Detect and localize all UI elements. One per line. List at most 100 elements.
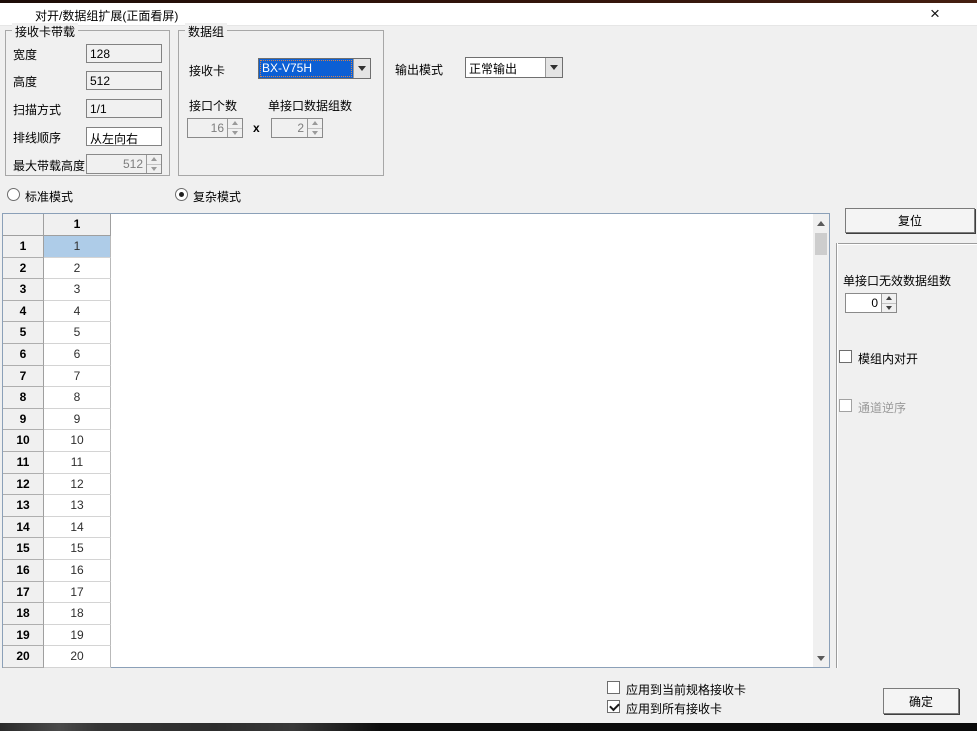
grid-cell[interactable]: 2 <box>44 258 111 280</box>
table-row: 2020 <box>3 646 113 668</box>
grid-corner-header[interactable] <box>3 214 44 236</box>
invalid-groups-label: 单接口无效数据组数 <box>843 272 951 289</box>
spin-up-icon[interactable] <box>882 294 896 303</box>
group-receiver-card-load-title: 接收卡带载 <box>12 23 78 40</box>
apply-current-spec-checkbox[interactable] <box>607 681 620 694</box>
scroll-down-icon[interactable] <box>813 650 829 666</box>
ok-button[interactable]: 确定 <box>883 688 959 714</box>
table-row: 66 <box>3 344 113 366</box>
row-header[interactable]: 11 <box>3 452 44 474</box>
radio-complex-mode-label[interactable]: 复杂模式 <box>193 188 241 205</box>
groups-per-port-stepper[interactable]: 2 <box>271 118 323 138</box>
table-row: 88 <box>3 387 113 409</box>
row-header[interactable]: 15 <box>3 538 44 560</box>
grid-cell[interactable]: 20 <box>44 646 111 668</box>
scroll-up-icon[interactable] <box>813 215 829 231</box>
scan-mode-field[interactable]: 1/1 <box>86 99 162 118</box>
grid-cell[interactable]: 10 <box>44 430 111 452</box>
invalid-groups-stepper[interactable]: 0 <box>845 293 897 313</box>
apply-current-spec-label[interactable]: 应用到当前规格接收卡 <box>626 681 746 698</box>
module-split-label[interactable]: 模组内对开 <box>858 350 918 367</box>
spin-up-icon[interactable] <box>308 119 322 128</box>
table-row: 11 <box>3 236 113 258</box>
output-mode-selected-value: 正常输出 <box>466 58 545 77</box>
grid-cell[interactable]: 3 <box>44 279 111 301</box>
chevron-down-icon[interactable] <box>545 58 562 77</box>
table-row: 1616 <box>3 560 113 582</box>
grid-cell[interactable]: 17 <box>44 582 111 604</box>
scrollbar-thumb[interactable] <box>815 233 827 255</box>
height-field[interactable]: 512 <box>86 71 162 90</box>
right-panel-top-separator <box>836 243 977 245</box>
row-header[interactable]: 6 <box>3 344 44 366</box>
grid-cell[interactable]: 4 <box>44 301 111 323</box>
spin-down-icon[interactable] <box>882 303 896 313</box>
grid-cell[interactable]: 1 <box>44 236 111 258</box>
row-header[interactable]: 1 <box>3 236 44 258</box>
spin-up-icon[interactable] <box>147 155 161 164</box>
table-row: 55 <box>3 322 113 344</box>
width-field[interactable]: 128 <box>86 44 162 63</box>
dialog-title: 对开/数据组扩展(正面看屏) <box>35 7 178 24</box>
grid-vertical-scrollbar[interactable] <box>813 214 829 667</box>
grid-cell[interactable]: 13 <box>44 495 111 517</box>
table-row: 33 <box>3 279 113 301</box>
row-header[interactable]: 14 <box>3 517 44 539</box>
port-count-stepper[interactable]: 16 <box>187 118 243 138</box>
row-header[interactable]: 9 <box>3 409 44 431</box>
apply-all-checkbox[interactable] <box>607 700 620 713</box>
channel-reverse-checkbox[interactable] <box>839 399 852 412</box>
radio-complex-mode[interactable] <box>175 188 188 201</box>
grid-cell[interactable]: 15 <box>44 538 111 560</box>
radio-standard-mode[interactable] <box>7 188 20 201</box>
spin-down-icon[interactable] <box>308 128 322 138</box>
chevron-down-icon[interactable] <box>353 59 370 78</box>
row-header[interactable]: 2 <box>3 258 44 280</box>
row-header[interactable]: 12 <box>3 474 44 496</box>
module-split-checkbox[interactable] <box>839 350 852 363</box>
data-group-mapping-grid: 1 11223344556677889910101111121213131414… <box>2 213 830 668</box>
grid-cell[interactable]: 6 <box>44 344 111 366</box>
apply-all-label[interactable]: 应用到所有接收卡 <box>626 700 722 717</box>
grid-cell[interactable]: 16 <box>44 560 111 582</box>
row-header[interactable]: 10 <box>3 430 44 452</box>
row-header[interactable]: 5 <box>3 322 44 344</box>
row-header[interactable]: 18 <box>3 603 44 625</box>
grid-rows: 1122334455667788991010111112121313141415… <box>3 236 113 668</box>
spin-down-icon[interactable] <box>228 128 242 138</box>
radio-standard-mode-label[interactable]: 标准模式 <box>25 188 73 205</box>
grid-column-header[interactable]: 1 <box>44 214 111 236</box>
grid-cell[interactable]: 12 <box>44 474 111 496</box>
row-header[interactable]: 3 <box>3 279 44 301</box>
spin-up-icon[interactable] <box>228 119 242 128</box>
groups-per-port-value: 2 <box>272 119 307 137</box>
row-header[interactable]: 8 <box>3 387 44 409</box>
row-header[interactable]: 13 <box>3 495 44 517</box>
grid-cell[interactable]: 8 <box>44 387 111 409</box>
grid-cell[interactable]: 11 <box>44 452 111 474</box>
close-icon[interactable]: × <box>920 3 950 25</box>
grid-cell[interactable]: 5 <box>44 322 111 344</box>
row-header[interactable]: 19 <box>3 625 44 647</box>
receiver-card-select[interactable]: BX-V75H <box>258 58 371 79</box>
grid-cell[interactable]: 7 <box>44 366 111 388</box>
grid-cell[interactable]: 9 <box>44 409 111 431</box>
max-load-height-stepper[interactable]: 512 <box>86 154 162 174</box>
cable-order-field[interactable]: 从左向右 <box>86 127 162 146</box>
row-header[interactable]: 17 <box>3 582 44 604</box>
reset-button[interactable]: 复位 <box>845 208 975 233</box>
grid-cell[interactable]: 19 <box>44 625 111 647</box>
receiver-card-selected-value: BX-V75H <box>259 59 353 78</box>
row-header[interactable]: 16 <box>3 560 44 582</box>
table-row: 1717 <box>3 582 113 604</box>
row-header[interactable]: 20 <box>3 646 44 668</box>
row-header[interactable]: 4 <box>3 301 44 323</box>
output-mode-select[interactable]: 正常输出 <box>465 57 563 78</box>
grid-cell[interactable]: 14 <box>44 517 111 539</box>
grid-cell[interactable]: 18 <box>44 603 111 625</box>
port-count-value: 16 <box>188 119 227 137</box>
row-header[interactable]: 7 <box>3 366 44 388</box>
group-data-group-title: 数据组 <box>185 23 227 40</box>
spin-down-icon[interactable] <box>147 164 161 174</box>
table-row: 44 <box>3 301 113 323</box>
